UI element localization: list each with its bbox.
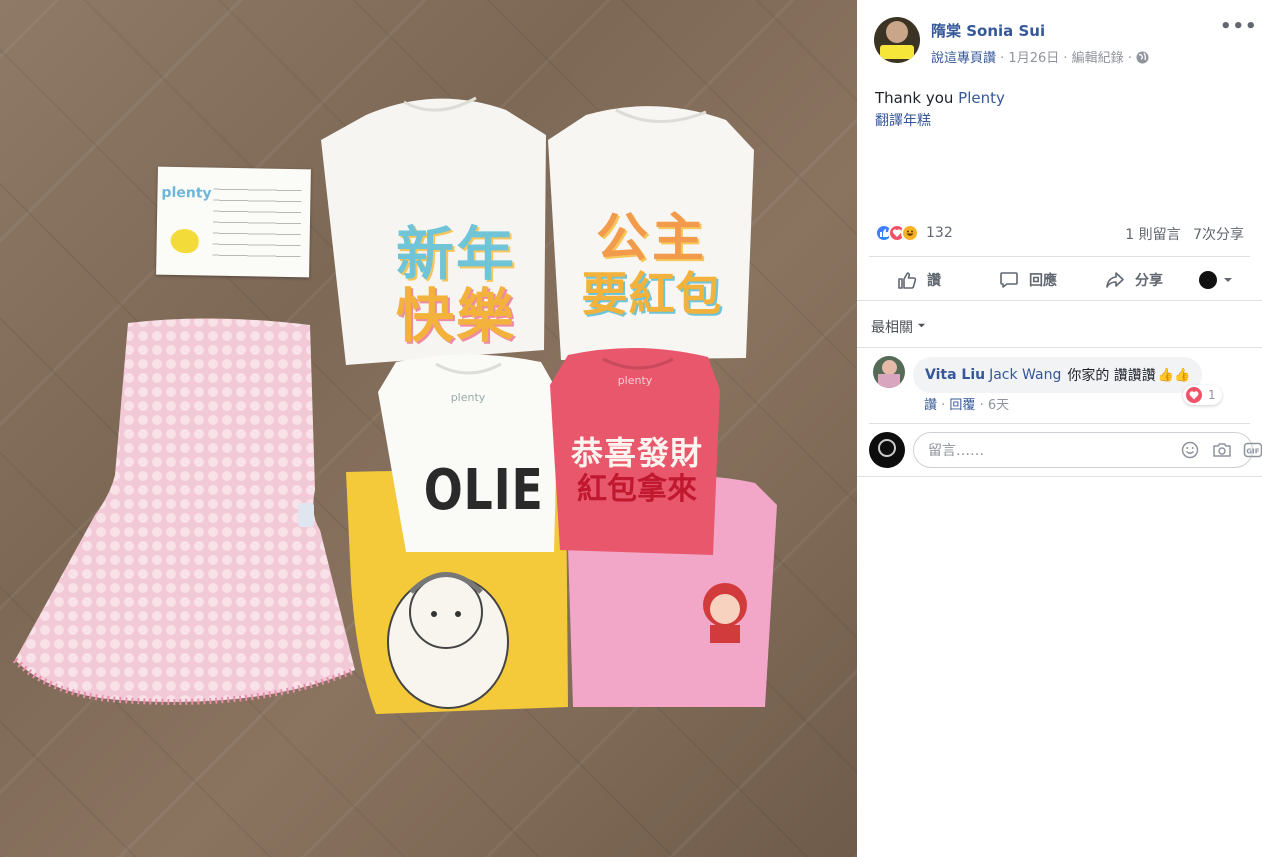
post-panel: 隋棠 Sonia Sui 說這專頁讚 · 1月26日 · 編輯紀錄 · ••• … [857,0,1262,857]
commenter-avatar[interactable] [873,356,905,388]
post-stats: 1 則留言 7次分享 [1125,224,1244,244]
card-bird-icon [170,228,199,254]
card-brand: plenty [161,184,212,202]
divider-comments [857,347,1262,348]
divider-compose [869,423,1250,424]
divider-bottom [857,476,1262,477]
post-author-name[interactable]: 隋棠 Sonia Sui [931,20,1045,41]
sweatshirt-2-text: 公主 要紅包 [581,209,723,321]
post-meta: 說這專頁讚 · 1月26日 · 編輯紀錄 · [931,47,1149,66]
reaction-count: 132 [926,225,953,241]
composer-avatar [869,432,905,468]
post-message: Thank you Plenty [875,89,1005,107]
shares-count[interactable]: 7次分享 [1193,227,1244,243]
author-avatar[interactable] [874,17,920,63]
share-icon [1106,272,1124,288]
comment-emoji: 👍👍 [1157,367,1191,383]
chevron-down-icon [1224,278,1232,282]
comment-bubble: Vita Liu Jack Wang 你家的 讚讚讚 👍👍 [913,357,1203,393]
more-options-icon[interactable]: ••• [1220,16,1258,37]
comments-count[interactable]: 1 則留言 [1125,227,1180,243]
edit-history-link[interactable]: 編輯紀錄 [1072,51,1124,66]
comment-tag[interactable]: Jack Wang [989,367,1061,383]
comment-icon [1000,272,1018,288]
svg-text:GIF: GIF [1246,448,1259,456]
comment-actions: 讚 · 回覆 · 6天 [924,398,1010,413]
comment-text: 你家的 讚讚讚 [1067,368,1156,384]
like-button[interactable]: 讚 [897,264,941,296]
heart-icon [1186,387,1202,403]
gif-icon[interactable]: GIF [1243,441,1262,459]
like-page-link[interactable]: 說這專頁讚 [931,51,996,66]
post-as-selector[interactable] [1199,264,1243,296]
comment-time[interactable]: 6天 [988,398,1009,413]
onesie-white [378,354,558,552]
reactions-summary[interactable]: 132 [875,224,953,242]
emoji-icon[interactable] [1181,441,1199,459]
onesie-white-text: OLIE [423,458,544,523]
card-handwriting [212,181,302,264]
globe-icon [1136,51,1149,64]
comment-button[interactable]: 回應 [999,264,1057,296]
mention-link[interactable]: Plenty [958,89,1005,107]
comment-reply-link[interactable]: 回覆 [949,398,975,413]
post-photo[interactable]: plenty 新年 快樂 公主 要紅包 plenty OLIE plenty 恭… [0,0,857,857]
onesie-white-brand: plenty [450,391,486,404]
sweatshirt-1-text: 新年 快樂 [395,220,516,350]
divider-mid [857,300,1262,301]
greeting-card: plenty [156,166,311,278]
towel-dress [12,318,357,705]
comment-reaction-badge[interactable]: 1 [1183,385,1222,405]
page-avatar-icon [1199,271,1217,289]
comment-input[interactable]: 留言…… GIF [913,432,1262,468]
camera-icon[interactable] [1212,441,1232,459]
onesie-red-text: 恭喜發財 紅包拿來 [570,434,703,507]
comment-author[interactable]: Vita Liu [925,367,985,383]
share-button[interactable]: 分享 [1105,264,1163,296]
post-date[interactable]: 1月26日 [1008,51,1059,66]
translate-link[interactable]: 翻譯年糕 [875,110,931,130]
sort-dropdown[interactable]: 最相關 [871,317,926,337]
onesie-red-brand: plenty [617,374,653,387]
comment-like-link[interactable]: 讚 [924,398,937,413]
chevron-down-icon [918,323,926,328]
thumbs-up-icon [898,272,917,289]
divider-top [869,256,1250,257]
haha-reaction-icon [901,224,919,242]
comment-placeholder: 留言…… [928,443,984,459]
